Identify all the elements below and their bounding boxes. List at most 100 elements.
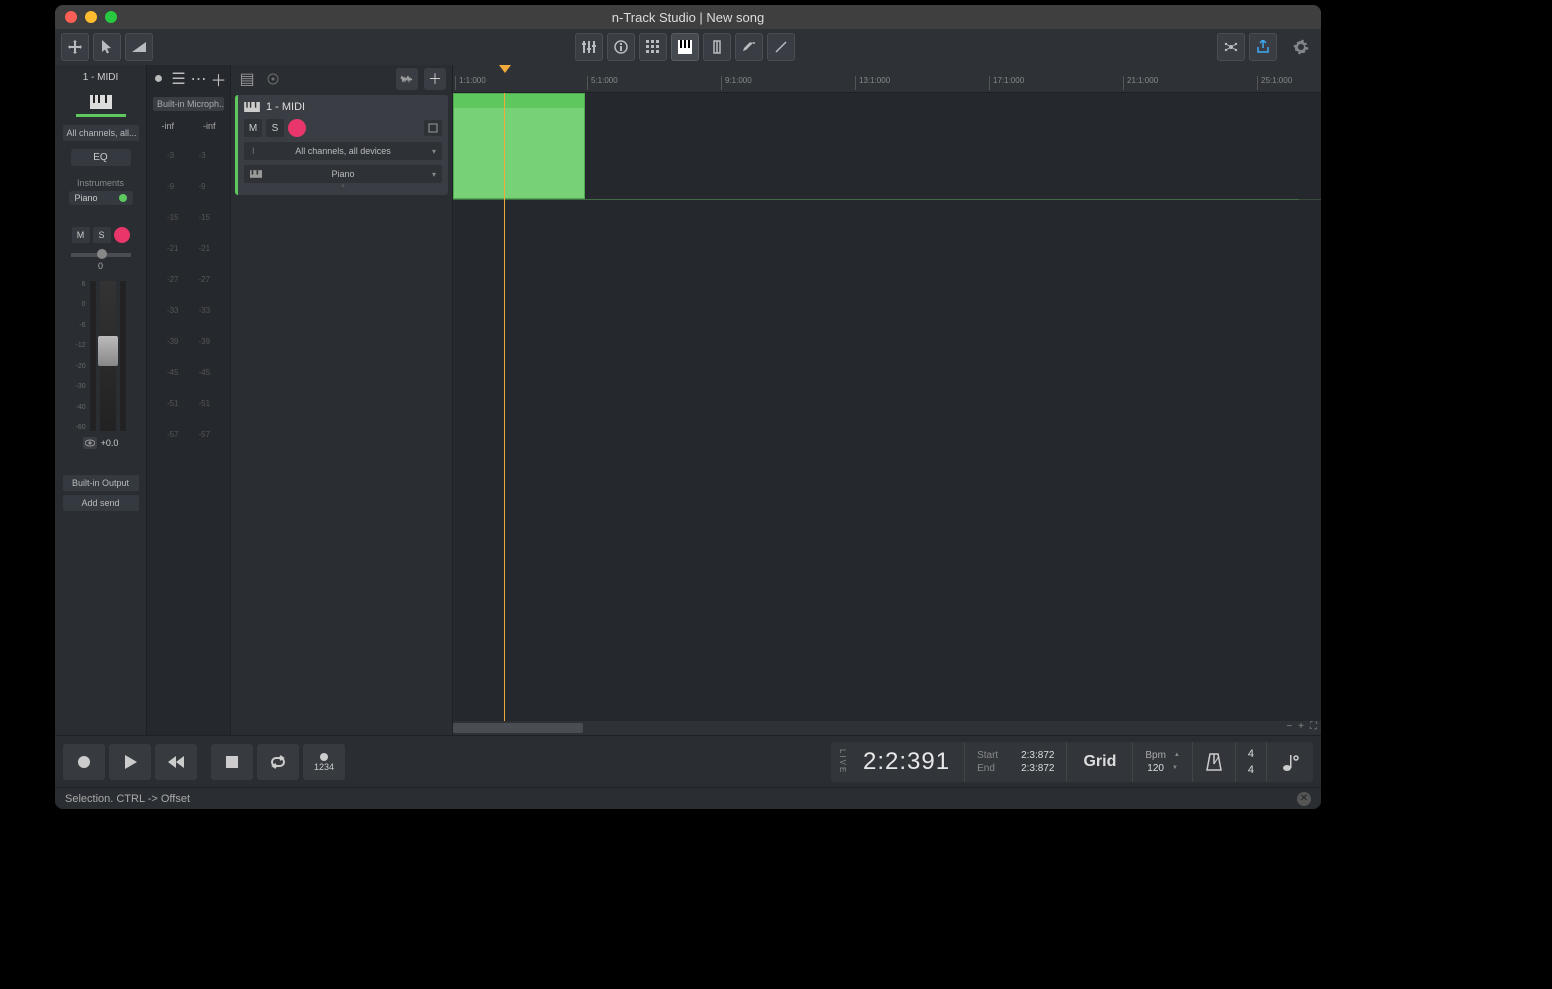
end-label: End xyxy=(977,763,1007,774)
note-value-button[interactable] xyxy=(1266,742,1313,782)
waveform-view-icon[interactable] xyxy=(396,68,418,90)
record-arm-button[interactable] xyxy=(114,227,130,243)
track-solo-button[interactable]: S xyxy=(266,119,284,137)
level-meter-r xyxy=(120,281,126,431)
metronome-button[interactable] xyxy=(1192,742,1235,782)
midi-clip[interactable] xyxy=(453,93,585,199)
arrangement-area[interactable] xyxy=(453,93,1321,721)
mute-button[interactable]: M xyxy=(72,227,90,243)
instrument-power-icon[interactable] xyxy=(119,194,127,202)
ruler-tick: 17:1:000 xyxy=(989,76,1024,90)
ruler-tick: 5:1:000 xyxy=(587,76,618,90)
instrument-slot[interactable]: Piano xyxy=(69,191,133,205)
clip-header[interactable] xyxy=(454,94,584,108)
instrument-name: Piano xyxy=(75,193,98,203)
eq-button[interactable]: EQ xyxy=(71,149,131,166)
track-color-bar xyxy=(76,114,126,117)
select-tool-button[interactable] xyxy=(93,33,121,61)
rewind-button[interactable] xyxy=(155,744,197,780)
start-value[interactable]: 2:3:872 xyxy=(1021,750,1054,761)
effects-button[interactable] xyxy=(735,33,763,61)
scrollbar-thumb[interactable] xyxy=(453,723,583,733)
step-sequencer-button[interactable] xyxy=(639,33,667,61)
ai-tools-button[interactable] xyxy=(1217,33,1245,61)
more-icon[interactable]: ⋯ xyxy=(192,72,206,86)
live-indicator[interactable]: LIVE xyxy=(831,749,849,774)
solo-button[interactable]: S xyxy=(93,227,111,243)
zoom-out-button[interactable]: − xyxy=(1284,721,1294,732)
midi-keyboard-button[interactable] xyxy=(671,33,699,61)
volume-fader[interactable] xyxy=(100,281,116,431)
stop-button[interactable] xyxy=(211,744,253,780)
ruler-tick: 21:1:000 xyxy=(1123,76,1158,90)
track-settings-icon[interactable] xyxy=(263,69,283,89)
ruler-tick: 9:1:000 xyxy=(721,76,752,90)
pan-value: 0 xyxy=(98,261,103,271)
play-button[interactable] xyxy=(109,744,151,780)
bpm-up-icon[interactable]: ▲ xyxy=(1174,752,1180,758)
transport-bar: 1234 LIVE 2:2:391 Start 2:3:872 End 2:3:87… xyxy=(55,735,1321,787)
start-label: Start xyxy=(977,750,1007,761)
track-channel-dropdown[interactable]: IAll channels, all devices xyxy=(244,142,442,160)
add-track-icon[interactable]: ＋ xyxy=(212,72,226,86)
time-display[interactable]: 2:2:391 xyxy=(849,748,964,776)
grid-mode-button[interactable]: Grid xyxy=(1066,742,1132,782)
track-resize-handle[interactable]: ▾ xyxy=(244,183,442,189)
main-area: 1 - MIDI All channels, all... EQ Instrum… xyxy=(55,65,1321,735)
status-close-button[interactable]: ✕ xyxy=(1297,792,1311,806)
automation-view-icon[interactable] xyxy=(83,437,97,449)
ruler-tick: 1:1:000 xyxy=(455,76,486,90)
info-button[interactable] xyxy=(607,33,635,61)
window-title: n-Track Studio | New song xyxy=(55,10,1321,25)
input-device-dropdown[interactable]: Built-in Microph... xyxy=(153,97,224,111)
fader-scale: 60-6-12-20-30-40-60 xyxy=(76,281,86,431)
track-header[interactable]: 1 - MIDI M S IAll channels, all devices … xyxy=(235,95,448,195)
metronome-count-button[interactable]: 1234 xyxy=(303,744,345,780)
playhead-line[interactable] xyxy=(504,93,505,721)
gain-value: +0.0 xyxy=(101,438,119,448)
bpm-value[interactable]: 120 xyxy=(1147,763,1164,774)
track-instrument-dropdown[interactable]: Piano xyxy=(244,165,442,183)
record-mode-icon[interactable]: ● xyxy=(152,72,166,86)
main-toolbar xyxy=(55,29,1321,65)
fade-tool-button[interactable] xyxy=(125,33,153,61)
end-value[interactable]: 2:3:872 xyxy=(1021,763,1054,774)
loop-button[interactable] xyxy=(257,744,299,780)
transport-display: LIVE 2:2:391 Start 2:3:872 End 2:3:872 Gri… xyxy=(831,742,1313,782)
track-collapse-icon[interactable]: ▤ xyxy=(237,69,257,89)
playhead-marker-icon[interactable] xyxy=(499,65,511,73)
tuner-button[interactable] xyxy=(767,33,795,61)
output-dropdown[interactable]: Built-in Output xyxy=(63,475,139,491)
settings-button[interactable] xyxy=(1287,33,1315,61)
share-button[interactable] xyxy=(1249,33,1277,61)
app-window: n-Track Studio | New song 1 - MIDI xyxy=(55,5,1321,809)
status-bar: Selection. CTRL -> Offset ✕ xyxy=(55,787,1321,809)
inspector-panel: 1 - MIDI All channels, all... EQ Instrum… xyxy=(55,65,147,735)
zoom-fit-button[interactable]: ⛶ xyxy=(1308,721,1319,732)
track-list-panel: ▤ ＋ 1 - MIDI M S IAll channels, all devi… xyxy=(231,65,453,735)
time-ruler[interactable]: 1:1:000 5:1:000 9:1:000 13:1:000 17:1:00… xyxy=(453,73,1321,93)
channel-strip-panel: ● ☰ ⋯ ＋ Built-in Microph... -inf -inf -3… xyxy=(147,65,231,735)
timesig-denominator[interactable]: 4 xyxy=(1248,764,1254,776)
bpm-down-icon[interactable]: ▼ xyxy=(1172,765,1178,771)
mixer-button[interactable] xyxy=(575,33,603,61)
timesig-numerator[interactable]: 4 xyxy=(1248,748,1254,760)
pan-slider[interactable] xyxy=(71,253,131,257)
timeline-panel: 1:1:000 5:1:000 9:1:000 13:1:000 17:1:00… xyxy=(453,65,1321,735)
peak-left: -inf xyxy=(161,121,174,131)
marker-ruler[interactable] xyxy=(453,65,1321,73)
move-tool-button[interactable] xyxy=(61,33,89,61)
track-mute-button[interactable]: M xyxy=(244,119,262,137)
channels-dropdown[interactable]: All channels, all... xyxy=(63,125,139,141)
add-clip-icon[interactable]: ＋ xyxy=(424,68,446,90)
track-freeze-button[interactable] xyxy=(424,120,442,136)
zoom-in-button[interactable]: + xyxy=(1296,721,1306,732)
track-record-button[interactable] xyxy=(288,119,306,137)
external-controller-button[interactable] xyxy=(703,33,731,61)
midi-icon xyxy=(244,102,260,112)
list-view-icon[interactable]: ☰ xyxy=(172,72,186,86)
horizontal-scrollbar[interactable]: − + ⛶ xyxy=(453,721,1321,735)
record-button[interactable] xyxy=(63,744,105,780)
midi-track-icon xyxy=(86,92,116,112)
add-send-button[interactable]: Add send xyxy=(63,495,139,511)
